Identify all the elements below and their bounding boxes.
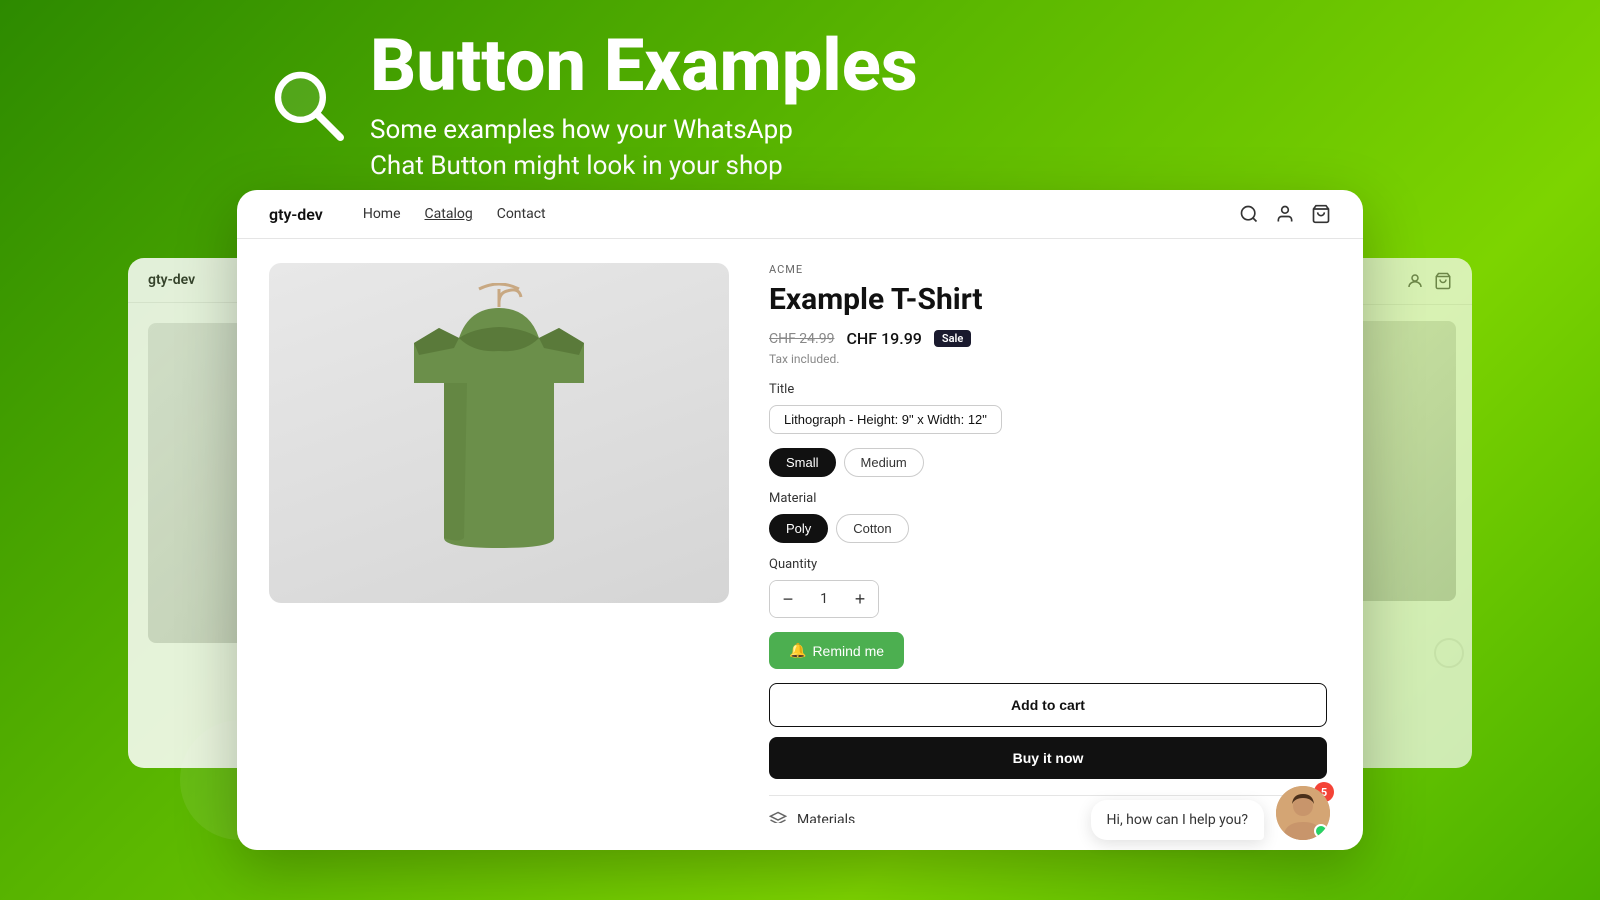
- quantity-section: Quantity − 1 +: [769, 557, 1327, 618]
- add-to-cart-button[interactable]: Add to cart: [769, 683, 1327, 727]
- buy-now-button[interactable]: Buy it now: [769, 737, 1327, 779]
- user-icon-bg: [1406, 272, 1424, 290]
- chat-avatar[interactable]: [1276, 786, 1330, 840]
- material-option-section: Material Poly Cotton: [769, 491, 1327, 543]
- size-medium-btn[interactable]: Medium: [844, 448, 924, 477]
- nav-logo: gty-dev: [269, 205, 323, 224]
- product-details: ACME Example T-Shirt CHF 24.99 CHF 19.99…: [769, 263, 1331, 823]
- search-icon[interactable]: [1239, 204, 1259, 224]
- page-subtitle: Some examples how your WhatsApp Chat But…: [370, 112, 918, 185]
- chat-bubble: Hi, how can I help you?: [1091, 800, 1264, 840]
- original-price: CHF 24.99: [769, 331, 834, 347]
- main-product-card: gty-dev Home Catalog Contact: [237, 190, 1363, 850]
- size-small-btn[interactable]: Small: [769, 448, 836, 477]
- online-indicator: [1314, 824, 1328, 838]
- product-brand: ACME: [769, 263, 1327, 276]
- quantity-label: Quantity: [769, 557, 1327, 572]
- remind-me-label: Remind me: [812, 643, 884, 659]
- bell-icon: 🔔: [789, 642, 806, 659]
- product-area: ACME Example T-Shirt CHF 24.99 CHF 19.99…: [237, 239, 1363, 847]
- page-title: Button Examples: [370, 30, 918, 102]
- search-icon-large: [270, 67, 350, 147]
- quantity-control: − 1 +: [769, 580, 879, 618]
- quantity-increase-btn[interactable]: +: [842, 581, 878, 617]
- title-option-section: Title Lithograph - Height: 9" x Width: 1…: [769, 382, 1327, 434]
- product-image: [269, 263, 729, 603]
- material-buttons: Poly Cotton: [769, 514, 1327, 543]
- quantity-decrease-btn[interactable]: −: [770, 581, 806, 617]
- price-row: CHF 24.99 CHF 19.99 Sale: [769, 329, 1327, 348]
- sale-badge: Sale: [934, 330, 971, 347]
- title-option-buttons: Lithograph - Height: 9" x Width: 12": [769, 405, 1327, 434]
- nav-links: Home Catalog Contact: [363, 206, 1209, 222]
- title-option-btn[interactable]: Lithograph - Height: 9" x Width: 12": [769, 405, 1002, 434]
- materials-label: Materials: [797, 812, 855, 824]
- navigation: gty-dev Home Catalog Contact: [237, 190, 1363, 239]
- nav-link-contact[interactable]: Contact: [497, 206, 546, 222]
- user-icon[interactable]: [1275, 204, 1295, 224]
- quantity-value: 1: [806, 591, 842, 607]
- nav-link-catalog[interactable]: Catalog: [425, 206, 473, 222]
- size-option-section: Small Medium: [769, 448, 1327, 477]
- whatsapp-widget[interactable]: Hi, how can I help you? 5: [1091, 786, 1330, 840]
- size-buttons: Small Medium: [769, 448, 1327, 477]
- material-poly-btn[interactable]: Poly: [769, 514, 828, 543]
- avatar-wrapper: 5: [1276, 786, 1330, 840]
- accordion-materials-left: Materials: [769, 811, 855, 824]
- header-section: Button Examples Some examples how your W…: [270, 30, 918, 185]
- nav-link-home[interactable]: Home: [363, 206, 401, 222]
- cart-icon-bg: [1434, 272, 1452, 290]
- product-title: Example T-Shirt: [769, 282, 1327, 317]
- cart-icon[interactable]: [1311, 204, 1331, 224]
- sale-price: CHF 19.99: [846, 329, 921, 348]
- remind-me-button[interactable]: 🔔 Remind me: [769, 632, 904, 669]
- bg-right-dot: [1434, 638, 1464, 668]
- title-option-label: Title: [769, 382, 1327, 397]
- tax-note: Tax included.: [769, 352, 1327, 366]
- material-cotton-btn[interactable]: Cotton: [836, 514, 908, 543]
- material-label: Material: [769, 491, 1327, 506]
- header-text: Button Examples Some examples how your W…: [370, 30, 918, 185]
- product-image-container: [269, 263, 729, 823]
- tshirt-image: [359, 283, 639, 583]
- nav-icons: [1239, 204, 1331, 224]
- materials-icon: [769, 811, 787, 824]
